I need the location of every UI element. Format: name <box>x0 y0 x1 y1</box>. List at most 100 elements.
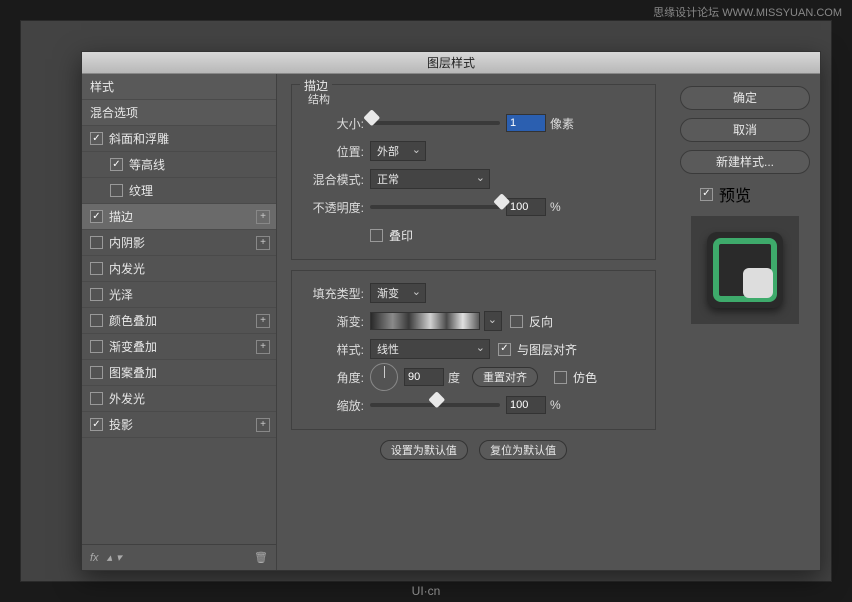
sidebar-item-label: 样式 <box>90 78 114 95</box>
sidebar-item[interactable]: 外发光 <box>82 386 276 412</box>
restore-default-button[interactable]: 复位为默认值 <box>479 440 567 460</box>
sidebar-footer: fx ▴ ▾ 🗑 <box>82 544 276 570</box>
sidebar-item[interactable]: 内发光 <box>82 256 276 282</box>
style-checkbox[interactable] <box>90 210 103 223</box>
style-checkbox[interactable] <box>90 288 103 301</box>
preview-icon <box>707 232 783 308</box>
new-style-button[interactable]: 新建样式... <box>680 150 810 174</box>
sidebar-item[interactable]: 光泽 <box>82 282 276 308</box>
sidebar-item-label: 纹理 <box>129 182 153 199</box>
sidebar-item[interactable]: 描边 + <box>82 204 276 230</box>
style-label: 样式: <box>302 341 364 358</box>
sidebar-item-label: 等高线 <box>129 156 165 173</box>
sidebar-item[interactable]: 颜色叠加 + <box>82 308 276 334</box>
add-effect-icon[interactable]: + <box>256 340 270 354</box>
scale-slider[interactable] <box>370 403 500 407</box>
style-checkbox[interactable] <box>90 340 103 353</box>
sidebar-item[interactable]: 混合选项 <box>82 100 276 126</box>
add-effect-icon[interactable]: + <box>256 314 270 328</box>
sidebar-item[interactable]: 内阴影 + <box>82 230 276 256</box>
size-input[interactable] <box>506 114 546 132</box>
scale-input[interactable] <box>506 396 546 414</box>
sidebar-item[interactable]: 图案叠加 <box>82 360 276 386</box>
sidebar-item-label: 渐变叠加 <box>109 338 157 355</box>
sidebar-item[interactable]: 渐变叠加 + <box>82 334 276 360</box>
fx-label[interactable]: fx <box>90 552 99 564</box>
dialog-title: 图层样式 <box>82 52 820 74</box>
footer-logo: UI·cn <box>412 584 441 598</box>
app-background: 图层样式 样式混合选项斜面和浮雕等高线纹理描边+内阴影+内发光光泽颜色叠加+渐变… <box>20 20 832 582</box>
dither-label: 仿色 <box>573 369 597 386</box>
style-checkbox[interactable] <box>90 314 103 327</box>
set-default-button[interactable]: 设置为默认值 <box>380 440 468 460</box>
sidebar-item-label: 外发光 <box>109 390 145 407</box>
sidebar-item[interactable]: 投影 + <box>82 412 276 438</box>
style-checkbox[interactable] <box>90 392 103 405</box>
position-select[interactable]: 外部 <box>370 141 426 161</box>
add-effect-icon[interactable]: + <box>256 418 270 432</box>
gradient-preview[interactable] <box>370 312 480 330</box>
angle-unit: 度 <box>448 369 460 386</box>
fill-type-select[interactable]: 渐变 <box>370 283 426 303</box>
sidebar-item-label: 内发光 <box>109 260 145 277</box>
right-panel: 确定 取消 新建样式... 预览 <box>670 74 820 570</box>
dither-checkbox[interactable] <box>554 371 567 384</box>
style-checkbox[interactable] <box>90 418 103 431</box>
position-label: 位置: <box>302 143 364 160</box>
sidebar-item-label: 内阴影 <box>109 234 145 251</box>
sidebar-item-label: 投影 <box>109 416 133 433</box>
arrow-down-icon[interactable]: ▾ <box>116 551 122 564</box>
reverse-label: 反向 <box>529 313 553 330</box>
opacity-unit: % <box>550 200 561 214</box>
style-checkbox[interactable] <box>90 132 103 145</box>
reset-align-button[interactable]: 重置对齐 <box>472 367 538 387</box>
structure-label: 结构 <box>308 91 330 107</box>
arrow-up-icon[interactable]: ▴ <box>107 551 113 564</box>
preview-checkbox[interactable] <box>700 188 713 201</box>
gradient-style-select[interactable]: 线性 <box>370 339 490 359</box>
gradient-dropdown[interactable] <box>484 311 502 331</box>
overprint-label: 叠印 <box>389 227 413 244</box>
blend-mode-select[interactable]: 正常 <box>370 169 490 189</box>
sidebar-item[interactable]: 样式 <box>82 74 276 100</box>
gradient-label: 渐变: <box>302 313 364 330</box>
angle-label: 角度: <box>302 369 364 386</box>
opacity-input[interactable] <box>506 198 546 216</box>
sidebar-item-label: 光泽 <box>109 286 133 303</box>
opacity-slider[interactable] <box>370 205 500 209</box>
style-checkbox[interactable] <box>110 158 123 171</box>
style-checkbox[interactable] <box>110 184 123 197</box>
sidebar-item-label: 颜色叠加 <box>109 312 157 329</box>
sidebar-item-label: 斜面和浮雕 <box>109 130 169 147</box>
add-effect-icon[interactable]: + <box>256 210 270 224</box>
layer-style-dialog: 图层样式 样式混合选项斜面和浮雕等高线纹理描边+内阴影+内发光光泽颜色叠加+渐变… <box>81 51 821 571</box>
sidebar-item-label: 图案叠加 <box>109 364 157 381</box>
align-label: 与图层对齐 <box>517 341 577 358</box>
angle-input[interactable] <box>404 368 444 386</box>
cancel-button[interactable]: 取消 <box>680 118 810 142</box>
style-checkbox[interactable] <box>90 262 103 275</box>
scale-unit: % <box>550 398 561 412</box>
sidebar-item-label: 描边 <box>109 208 133 225</box>
style-checkbox[interactable] <box>90 236 103 249</box>
settings-panel: 描边 结构 大小: 像素 位置: 外部 混合模式: 正常 不透明度: <box>277 74 670 570</box>
scale-label: 缩放: <box>302 397 364 414</box>
sidebar-item[interactable]: 纹理 <box>82 178 276 204</box>
ok-button[interactable]: 确定 <box>680 86 810 110</box>
sidebar-item[interactable]: 等高线 <box>82 152 276 178</box>
reverse-checkbox[interactable] <box>510 315 523 328</box>
style-checkbox[interactable] <box>90 366 103 379</box>
watermark: 思缘设计论坛 WWW.MISSYUAN.COM <box>653 4 842 20</box>
add-effect-icon[interactable]: + <box>256 236 270 250</box>
fill-type-label: 填充类型: <box>302 285 364 302</box>
sidebar-item-label: 混合选项 <box>90 104 138 121</box>
preview-box <box>691 216 799 324</box>
styles-sidebar: 样式混合选项斜面和浮雕等高线纹理描边 + 内阴影 + 内发光光泽颜色叠加 + 渐变叠加 + 图案… <box>82 74 277 570</box>
size-slider[interactable] <box>370 121 500 125</box>
angle-dial[interactable] <box>370 363 398 391</box>
sidebar-item[interactable]: 斜面和浮雕 <box>82 126 276 152</box>
trash-icon[interactable]: 🗑 <box>254 551 268 564</box>
overprint-checkbox[interactable] <box>370 229 383 242</box>
align-checkbox[interactable] <box>498 343 511 356</box>
preview-label: 预览 <box>719 182 751 206</box>
